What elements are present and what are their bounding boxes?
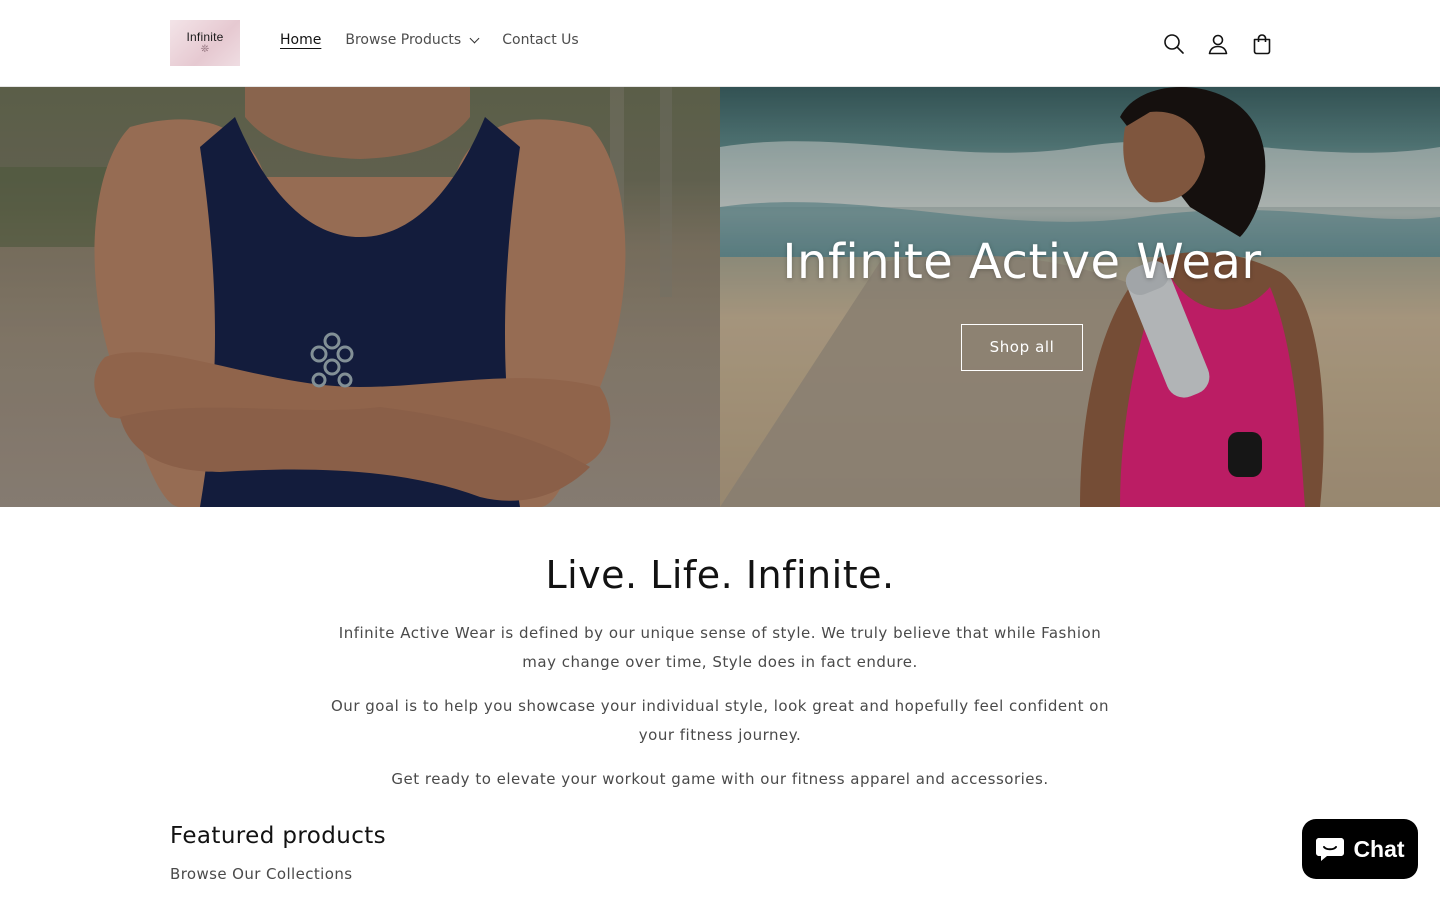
search-button[interactable] [1152, 22, 1196, 66]
nav-home[interactable]: Home [280, 32, 321, 48]
hero-content: Infinite Active Wear Shop all [720, 87, 1324, 507]
about-paragraph: Our goal is to help you showcase your in… [331, 697, 1109, 744]
about-section: Live. Life. Infinite. Infinite Active We… [0, 507, 1440, 794]
header-icons [1152, 22, 1284, 66]
store-logo[interactable]: Infinite ❊ [170, 20, 240, 66]
cart-button[interactable] [1240, 22, 1284, 66]
chat-label: Chat [1353, 835, 1405, 862]
logo-text: Infinite [186, 30, 224, 44]
about-paragraph: Infinite Active Wear is defined by our u… [338, 624, 1102, 671]
main-nav: Home Browse Products Contact Us [280, 32, 579, 48]
chat-bubble-icon [1316, 838, 1345, 861]
featured-title: Featured products [170, 823, 387, 849]
about-title: Live. Life. Infinite. [545, 553, 895, 597]
chevron-down-icon [469, 33, 480, 43]
knot-icon: ❊ [200, 44, 210, 55]
search-icon [1164, 34, 1184, 54]
cart-icon [1253, 34, 1271, 55]
featured-section: Featured products Browse Our Collections [170, 823, 386, 883]
featured-subtitle[interactable]: Browse Our Collections [170, 865, 386, 883]
account-button[interactable] [1196, 22, 1240, 66]
nav-browse-products-label: Browse Products [345, 32, 462, 48]
chat-button[interactable]: Chat [1302, 819, 1418, 879]
site-header: Infinite ❊ Home Browse Products Contact … [0, 0, 1440, 87]
shop-all-button[interactable]: Shop all [961, 323, 1083, 371]
nav-browse-products[interactable]: Browse Products [345, 32, 480, 48]
hero-title: Infinite Active Wear [782, 233, 1262, 290]
about-paragraph: Get ready to elevate your workout game w… [391, 770, 1049, 788]
nav-contact-us[interactable]: Contact Us [502, 32, 578, 48]
account-icon [1208, 34, 1228, 55]
hero-banner: Infinite Active Wear Shop all [0, 87, 1440, 507]
